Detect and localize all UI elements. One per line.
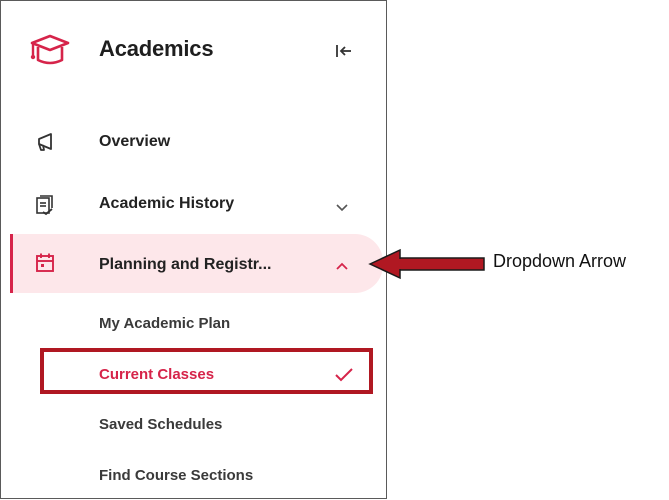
- active-indicator: [10, 234, 13, 293]
- document-check-icon: [34, 194, 56, 216]
- submenu-item-my-academic-plan[interactable]: My Academic Plan: [99, 315, 230, 332]
- sidebar-item-label: Planning and Registr...: [99, 256, 272, 273]
- sidebar-item-planning-and-registration[interactable]: Planning and Registr...: [10, 234, 383, 293]
- sidebar-item-label: Overview: [99, 133, 171, 150]
- submenu-item-find-course-sections[interactable]: Find Course Sections: [99, 467, 253, 484]
- sidebar-item-label: Academic History: [99, 195, 235, 212]
- academics-sidebar: Academics Overview Academic History Plan…: [0, 0, 387, 499]
- sidebar-header: Academics: [1, 19, 386, 79]
- sidebar-item-overview[interactable]: Overview: [1, 113, 386, 171]
- highlight-box: [40, 348, 373, 394]
- megaphone-icon: [34, 131, 56, 153]
- sidebar-item-academic-history[interactable]: Academic History: [1, 175, 386, 233]
- chevron-down-icon[interactable]: [335, 200, 349, 212]
- annotation-label: Dropdown Arrow: [493, 251, 627, 271]
- annotation-arrow: [368, 248, 486, 280]
- calendar-icon: [34, 252, 56, 274]
- chevron-up-icon[interactable]: [335, 258, 349, 270]
- app-title: Academics: [99, 36, 214, 61]
- submenu-item-saved-schedules[interactable]: Saved Schedules: [99, 416, 222, 433]
- graduation-cap-icon: [28, 33, 72, 67]
- collapse-sidebar-icon[interactable]: [335, 43, 353, 59]
